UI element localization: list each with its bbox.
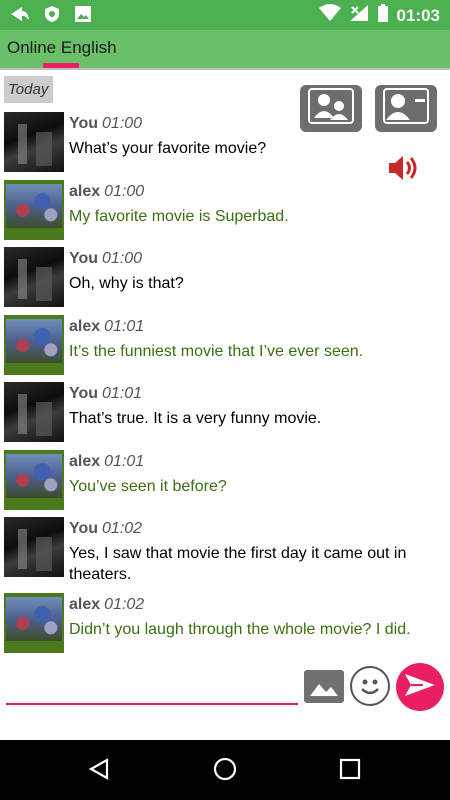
emoji-icon: [352, 679, 388, 708]
avatar[interactable]: [4, 593, 64, 653]
status-time: 01:03: [396, 5, 440, 25]
back-button[interactable]: [84, 756, 114, 786]
avatar[interactable]: [4, 382, 64, 442]
contacts-icon: [306, 86, 356, 131]
message-time: 01:02: [104, 596, 145, 613]
page-title: Online English: [7, 38, 117, 57]
message-text: That’s true. It is a very funny movie.: [69, 410, 322, 427]
signal-icon: [349, 4, 369, 27]
recents-icon: [338, 757, 362, 786]
message-text: You’ve seen it before?: [69, 478, 227, 495]
avatar[interactable]: [4, 247, 64, 307]
message-text: My favorite movie is Superbad.: [69, 208, 289, 225]
date-chip: Today: [4, 76, 53, 103]
message-sender: alex: [69, 318, 101, 335]
message-text: It’s the funniest movie that I’ve ever s…: [69, 343, 364, 360]
message-sender: You: [69, 385, 99, 402]
avatar[interactable]: [4, 180, 64, 240]
home-icon: [212, 756, 238, 787]
message-sender: alex: [69, 183, 101, 200]
message-sender: alex: [69, 596, 101, 613]
avatar[interactable]: [4, 517, 64, 577]
speaker-icon: [387, 156, 419, 187]
gallery-icon: [304, 684, 344, 707]
send-icon: [403, 672, 437, 703]
emoji-button[interactable]: [350, 666, 390, 706]
message-time: 01:01: [102, 385, 143, 402]
message-time: 01:01: [104, 318, 145, 335]
battery-icon: [377, 4, 389, 27]
navigation-bar: [0, 740, 450, 800]
shield-icon: [44, 5, 60, 28]
wifi-icon: [318, 4, 341, 27]
contacts-button[interactable]: [300, 85, 362, 132]
message-text: Didn’t you laugh through the whole movie…: [69, 621, 411, 638]
message-time: 01:00: [104, 183, 145, 200]
avatar[interactable]: [4, 450, 64, 510]
message-text: What’s your favorite movie?: [69, 140, 267, 157]
remove-contact-icon: [381, 86, 431, 131]
header-divider: [0, 68, 450, 70]
gallery-button[interactable]: [304, 670, 344, 703]
avatar[interactable]: [4, 315, 64, 375]
share-arrow-icon: [10, 6, 30, 27]
home-button[interactable]: [210, 756, 240, 786]
back-icon: [87, 757, 111, 786]
recents-button[interactable]: [335, 756, 365, 786]
message-input[interactable]: [6, 703, 298, 705]
message-text: Oh, why is that?: [69, 275, 184, 292]
remove-contact-button[interactable]: [375, 85, 437, 132]
send-button[interactable]: [396, 663, 444, 711]
message-sender: alex: [69, 453, 101, 470]
message-time: 01:02: [102, 520, 143, 537]
avatar[interactable]: [4, 112, 64, 172]
message-time: 01:00: [102, 115, 143, 132]
message-time: 01:01: [104, 453, 145, 470]
message-time: 01:00: [102, 250, 143, 267]
message-text: Yes, I saw that movie the first day it c…: [69, 545, 407, 583]
message-sender: You: [69, 520, 99, 537]
message-sender: You: [69, 115, 99, 132]
image-icon: [74, 5, 92, 28]
message-sender: You: [69, 250, 99, 267]
status-bar: 01:03: [0, 0, 450, 30]
